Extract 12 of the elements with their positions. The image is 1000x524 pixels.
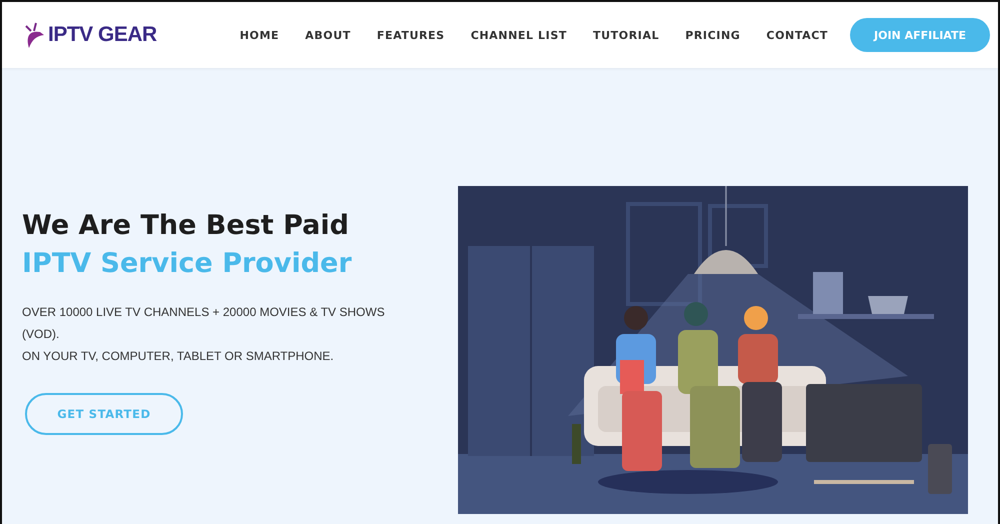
hero-subtitle: IPTV Service Provider <box>22 247 353 281</box>
nav-link[interactable]: TUTORIAL <box>593 28 660 42</box>
logo-text: IPTV GEAR <box>48 23 157 47</box>
hero-description: ON YOUR TV, COMPUTER, TABLET OR SMARTPHONE. <box>22 348 335 365</box>
nav-link[interactable]: HOME <box>240 28 280 42</box>
hero-description: OVER 10000 LIVE TV CHANNELS + 20000 MOVIES & TV SHOWS (VOD). <box>22 304 386 343</box>
nav-link[interactable]: PRICING <box>685 28 740 42</box>
hero-title: We Are The Best Paid <box>22 209 350 243</box>
nav-link[interactable]: CHANNEL LIST <box>470 28 567 42</box>
nav-link[interactable]: CONTACT <box>766 28 828 42</box>
nav-link[interactable]: ABOUT <box>305 28 351 42</box>
nav-link[interactable]: FEATURES <box>376 28 445 42</box>
